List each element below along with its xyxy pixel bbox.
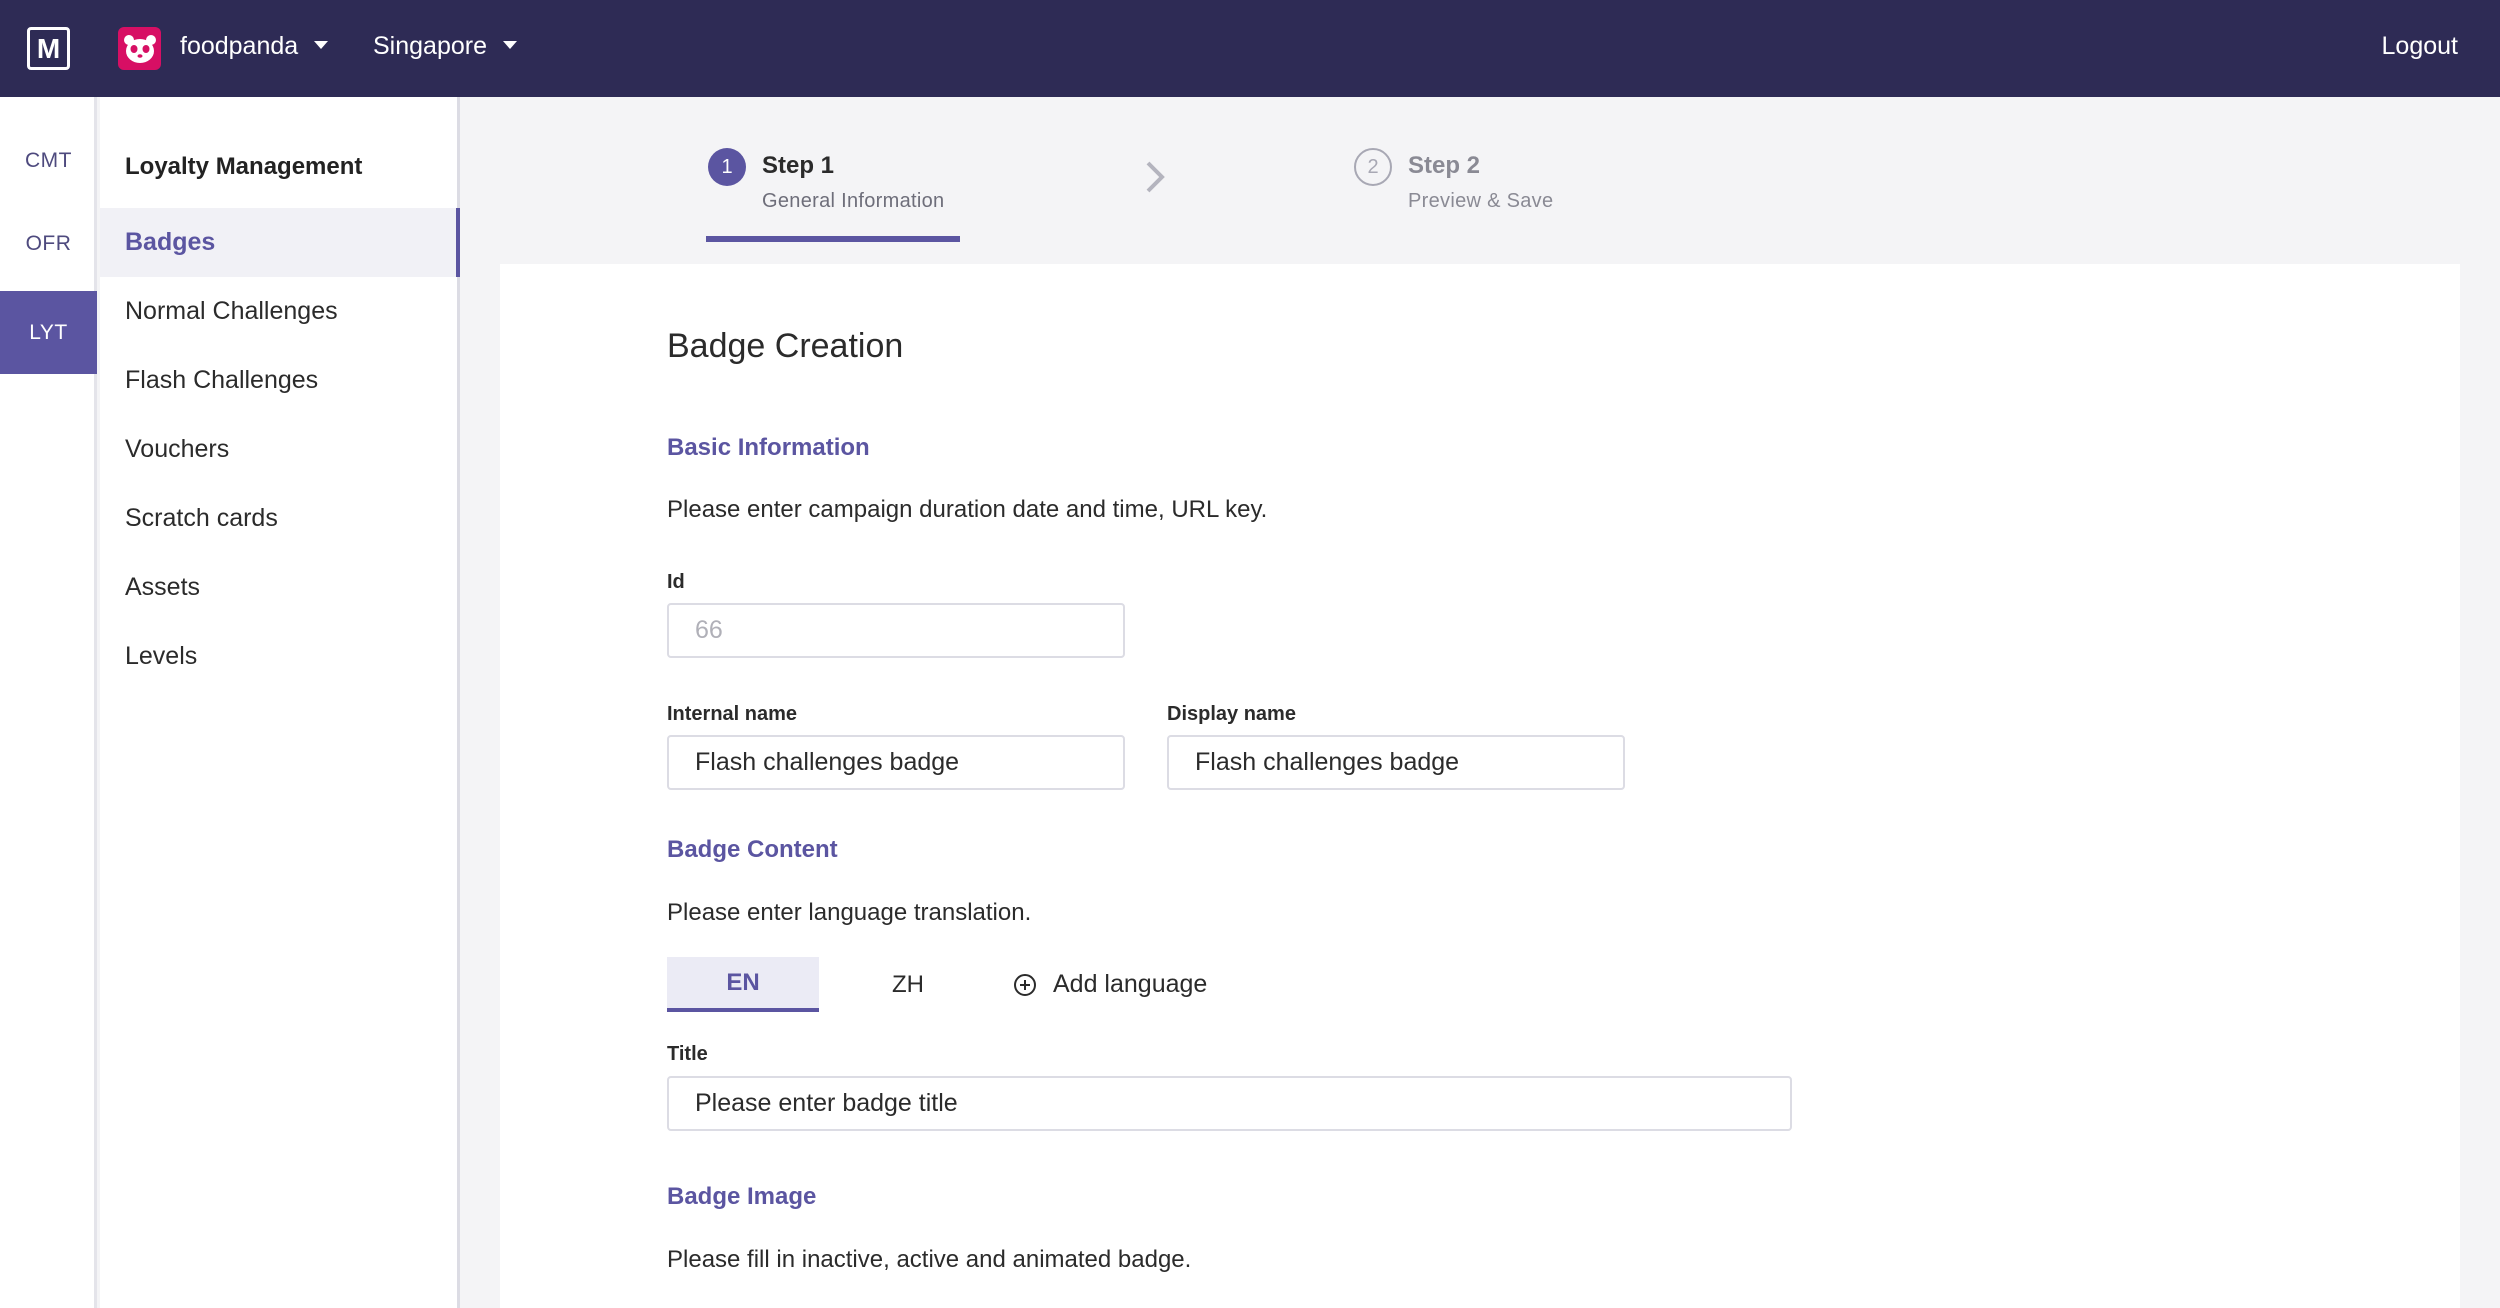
- step-2-title: Step 2: [1408, 152, 1481, 179]
- page-title: Badge Creation: [667, 327, 904, 365]
- app-logo[interactable]: M: [27, 27, 70, 70]
- tab-language-zh[interactable]: ZH: [832, 957, 984, 1012]
- tab-language-en[interactable]: EN: [667, 957, 819, 1012]
- sidebar-item-flash-challenges[interactable]: Flash Challenges: [100, 346, 460, 415]
- sidebar-item-scratch-cards[interactable]: Scratch cards: [100, 484, 460, 553]
- sidebar-item-vouchers[interactable]: Vouchers: [100, 415, 460, 484]
- rail-item-cmt[interactable]: CMT: [0, 119, 97, 202]
- id-field[interactable]: [667, 603, 1125, 658]
- badge-content-description: Please enter language translation.: [667, 899, 1032, 926]
- sidebar-item-levels[interactable]: Levels: [100, 622, 460, 691]
- rail-item-lyt[interactable]: LYT: [0, 291, 97, 374]
- sidebar-item-assets[interactable]: Assets: [100, 553, 460, 622]
- basic-information-heading: Basic Information: [667, 434, 870, 461]
- badge-title-field[interactable]: [667, 1076, 1792, 1131]
- step-1-subtitle: General Information: [762, 190, 945, 212]
- step-2-number: 2: [1354, 148, 1392, 186]
- panda-icon: [118, 27, 161, 70]
- add-language-button[interactable]: Add language: [1013, 957, 1207, 1012]
- logout-button[interactable]: Logout: [2382, 32, 2458, 61]
- sidebar: Loyalty Management Badges Normal Challen…: [100, 97, 460, 1308]
- step-2-subtitle: Preview & Save: [1408, 190, 1554, 212]
- internal-name-field[interactable]: [667, 735, 1125, 790]
- step-1-title: Step 1: [762, 152, 835, 179]
- sidebar-item-badges[interactable]: Badges: [100, 208, 460, 277]
- chevron-down-icon: [502, 41, 517, 50]
- step-1-number: 1: [708, 148, 746, 186]
- sidebar-title: Loyalty Management: [125, 153, 363, 180]
- badge-content-heading: Badge Content: [667, 836, 838, 863]
- sidebar-item-normal-challenges[interactable]: Normal Challenges: [100, 277, 460, 346]
- module-rail: CMT OFR LYT: [0, 97, 97, 1308]
- display-name-label: Display name: [1167, 703, 1296, 725]
- add-language-label: Add language: [1053, 970, 1208, 998]
- stepper: 1 Step 1 General Information 2 Step 2 Pr…: [500, 97, 2460, 264]
- brand-selector[interactable]: foodpanda: [180, 32, 329, 61]
- top-navigation-bar: M foodpanda Singapore Logout: [0, 0, 2500, 97]
- chevron-right-icon: [1146, 161, 1165, 193]
- plus-circle-icon: [1014, 973, 1036, 996]
- country-selector-label: Singapore: [373, 32, 487, 60]
- brand-selector-label: foodpanda: [180, 32, 299, 60]
- badge-image-description: Please fill in inactive, active and anim…: [667, 1246, 1192, 1273]
- country-selector[interactable]: Singapore: [373, 32, 517, 61]
- internal-name-label: Internal name: [667, 703, 798, 725]
- display-name-field[interactable]: [1167, 735, 1625, 790]
- chevron-down-icon: [314, 41, 329, 50]
- badge-image-heading: Badge Image: [667, 1183, 817, 1210]
- active-step-indicator: [706, 236, 960, 242]
- title-label: Title: [667, 1043, 708, 1065]
- basic-information-description: Please enter campaign duration date and …: [667, 496, 1268, 523]
- id-label: Id: [667, 571, 685, 593]
- rail-item-ofr[interactable]: OFR: [0, 202, 97, 285]
